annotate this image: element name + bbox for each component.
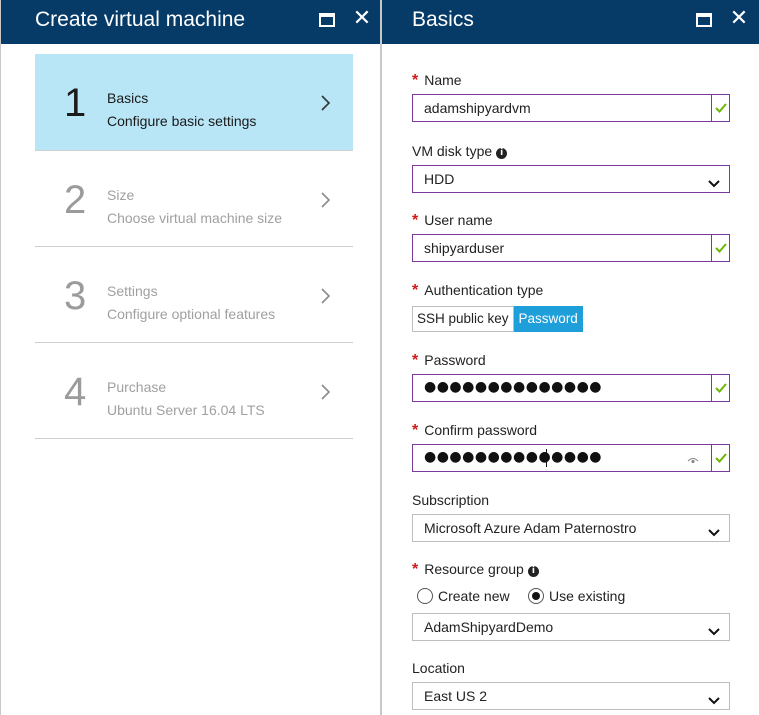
user-name-field[interactable]: shipyarduser: [412, 234, 730, 262]
required-marker: *: [412, 72, 419, 89]
subscription-value: Microsoft Azure Adam Paternostro: [424, 520, 637, 536]
required-marker: *: [412, 422, 419, 439]
name-label: * Name: [412, 72, 462, 90]
location-select[interactable]: East US 2: [412, 682, 730, 710]
resource-group-label: * Resource group i: [412, 561, 539, 579]
disk-type-select[interactable]: HDD: [412, 165, 730, 193]
confirm-password-label: * Confirm password: [412, 422, 537, 440]
step-title: Purchase: [107, 379, 167, 395]
wizard-steps: 1 Basics Configure basic settings 2 Size…: [35, 54, 353, 439]
step-number: 1: [64, 81, 87, 125]
disk-type-label-text: VM disk type: [412, 143, 493, 159]
confirm-password-value: ●●●●●●●●●●●●●●: [424, 449, 603, 465]
step-size[interactable]: 2 Size Choose virtual machine size: [35, 151, 353, 247]
password-label-text: Password: [424, 352, 486, 368]
chevron-right-icon: [319, 383, 333, 401]
auth-type-label: * Authentication type: [412, 282, 543, 300]
chevron-down-icon: [708, 692, 720, 710]
step-basics[interactable]: 1 Basics Configure basic settings: [35, 54, 353, 151]
step-title: Settings: [107, 283, 158, 299]
chevron-right-icon: [319, 191, 333, 209]
resource-group-value: AdamShipyardDemo: [424, 619, 554, 635]
radio-label: Create new: [438, 588, 510, 604]
maximize-icon[interactable]: [696, 13, 712, 27]
maximize-icon[interactable]: [319, 13, 335, 27]
password-label: * Password: [412, 352, 486, 370]
user-name-label: * User name: [412, 212, 493, 230]
radio-button[interactable]: [528, 588, 544, 604]
text-cursor: [546, 449, 547, 467]
password-value: ●●●●●●●●●●●●●●: [424, 379, 603, 395]
location-label: Location: [412, 660, 465, 676]
close-icon[interactable]: ✕: [352, 7, 372, 29]
step-settings[interactable]: 3 Settings Configure optional features: [35, 247, 353, 343]
password-field[interactable]: ●●●●●●●●●●●●●●: [412, 374, 730, 402]
radio-button[interactable]: [417, 588, 433, 604]
step-number: 3: [64, 274, 87, 318]
resource-group-label-text: Resource group: [424, 561, 524, 577]
step-purchase[interactable]: 4 Purchase Ubuntu Server 16.04 LTS: [35, 343, 353, 439]
step-number: 2: [64, 178, 87, 222]
chevron-right-icon: [319, 287, 333, 305]
resource-group-select[interactable]: AdamShipyardDemo: [412, 613, 730, 641]
required-marker: *: [412, 561, 419, 578]
step-subtitle: Configure basic settings: [107, 113, 257, 129]
confirm-password-label-text: Confirm password: [424, 422, 538, 438]
chevron-right-icon: [319, 94, 333, 112]
blade-title: Basics: [412, 8, 474, 31]
basics-blade-header: Basics ✕: [382, 0, 759, 44]
step-title: Basics: [107, 90, 149, 106]
azure-portal-screen: Create virtual machine ✕ 1 Basics Config…: [0, 0, 759, 715]
name-label-text: Name: [424, 72, 462, 88]
auth-option-password[interactable]: Password: [513, 306, 583, 332]
chevron-down-icon: [708, 524, 720, 542]
chevron-down-icon: [708, 175, 720, 193]
auth-option-ssh[interactable]: SSH public key: [412, 306, 514, 332]
name-field[interactable]: adamshipyardvm: [412, 94, 730, 122]
create-vm-blade-header: Create virtual machine ✕: [1, 0, 382, 44]
name-value: adamshipyardvm: [424, 100, 531, 116]
info-icon[interactable]: i: [496, 148, 508, 159]
check-icon: [711, 375, 729, 401]
info-icon[interactable]: i: [527, 566, 539, 577]
user-name-label-text: User name: [424, 212, 493, 228]
required-marker: *: [412, 212, 419, 229]
check-icon: [711, 445, 729, 471]
check-icon: [711, 95, 729, 121]
step-title: Size: [107, 187, 135, 203]
blade-title: Create virtual machine: [35, 8, 246, 31]
close-icon[interactable]: ✕: [729, 7, 749, 29]
chevron-down-icon: [708, 623, 720, 641]
radio-label: Use existing: [549, 588, 626, 604]
location-value: East US 2: [424, 688, 488, 704]
check-icon: [711, 235, 729, 261]
step-subtitle: Choose virtual machine size: [107, 210, 283, 226]
required-marker: *: [412, 282, 419, 299]
subscription-label: Subscription: [412, 492, 490, 508]
disk-type-value: HDD: [424, 171, 455, 187]
eye-icon[interactable]: [687, 452, 699, 470]
create-vm-blade: Create virtual machine ✕ 1 Basics Config…: [0, 0, 382, 715]
basics-blade: Basics ✕ * Name adamshipyardvm VM disk ty…: [382, 0, 759, 715]
required-marker: *: [412, 352, 419, 369]
confirm-password-field[interactable]: ●●●●●●●●●●●●●●: [412, 444, 730, 472]
step-subtitle: Configure optional features: [107, 306, 276, 322]
step-subtitle: Ubuntu Server 16.04 LTS: [107, 402, 265, 418]
disk-type-label: VM disk type i: [412, 143, 508, 159]
auth-type-toggle: SSH public key Password: [412, 306, 583, 332]
user-name-value: shipyarduser: [424, 240, 505, 256]
subscription-select[interactable]: Microsoft Azure Adam Paternostro: [412, 514, 730, 542]
auth-type-label-text: Authentication type: [424, 282, 544, 298]
step-number: 4: [64, 370, 87, 414]
